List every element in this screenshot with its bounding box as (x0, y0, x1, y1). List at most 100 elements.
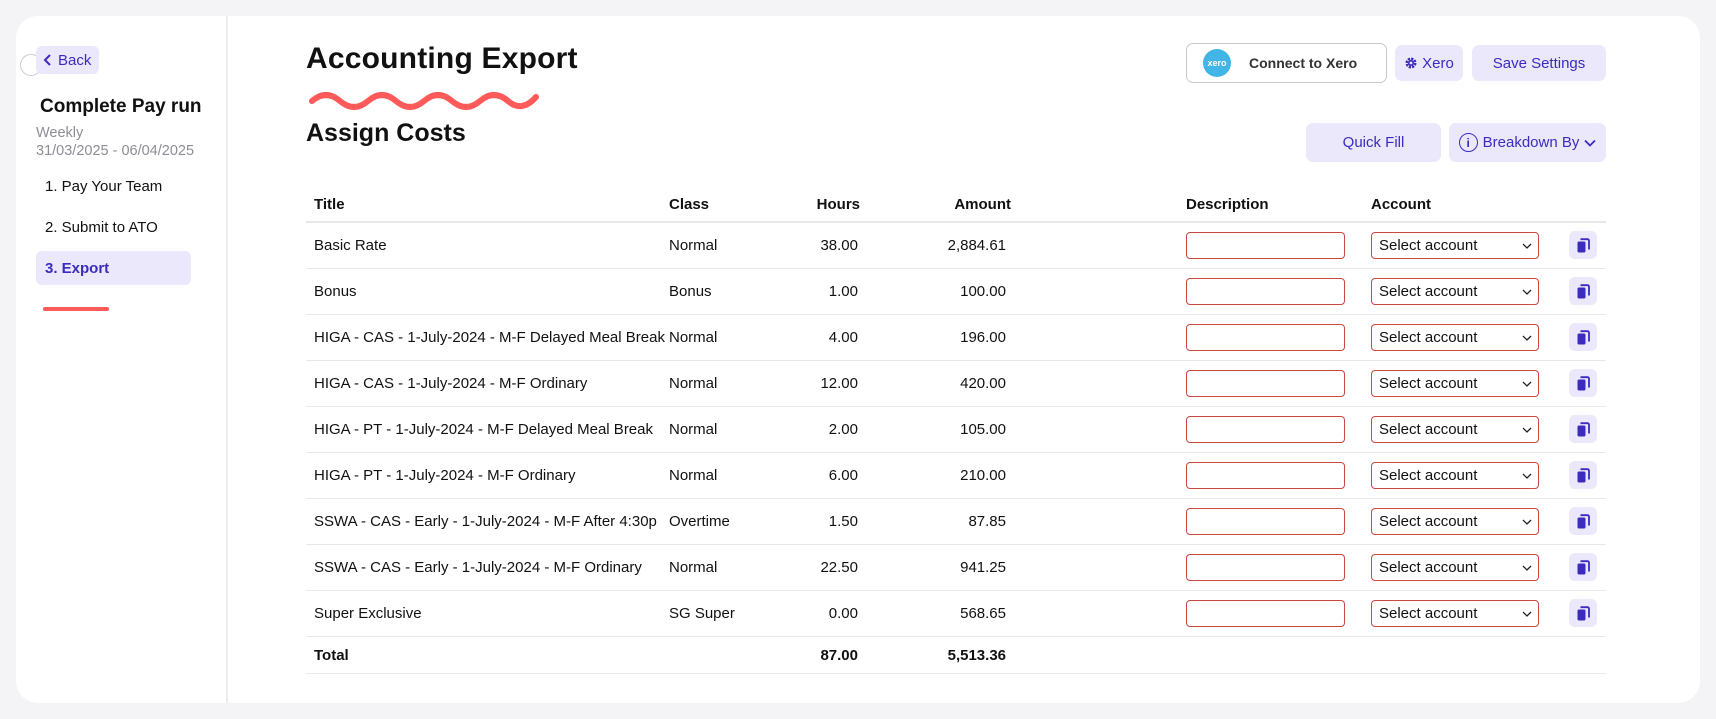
description-input[interactable] (1186, 462, 1345, 489)
description-input[interactable] (1186, 324, 1345, 351)
row-amount: 2,884.61 (947, 237, 1006, 254)
account-select[interactable]: Select account (1371, 232, 1539, 259)
description-input[interactable] (1186, 370, 1345, 397)
row-hours: 12.00 (820, 375, 858, 392)
copy-row-button[interactable] (1569, 599, 1597, 627)
account-select[interactable]: Select account (1371, 416, 1539, 443)
account-select[interactable]: Select account (1371, 278, 1539, 305)
quick-fill-button[interactable]: Quick Fill (1306, 123, 1441, 162)
breakdown-by-button[interactable]: i Breakdown By (1449, 123, 1606, 162)
row-title: Bonus (314, 283, 357, 300)
table-body: Basic Rate Normal 38.00 2,884.61 Select … (306, 223, 1606, 637)
column-header-amount: Amount (954, 196, 1011, 213)
row-class: Overtime (669, 513, 730, 530)
row-hours: 2.00 (828, 421, 858, 438)
account-select-value: Select account (1379, 329, 1478, 346)
account-select[interactable]: Select account (1371, 370, 1539, 397)
row-hours: 1.00 (828, 283, 858, 300)
copy-icon (1577, 329, 1590, 344)
row-amount: 420.00 (960, 375, 1006, 392)
gear-icon (1405, 57, 1417, 69)
account-select-value: Select account (1379, 237, 1478, 254)
xero-settings-label: Xero (1422, 54, 1454, 72)
chevron-left-icon (43, 54, 51, 66)
connect-to-xero-button[interactable]: xero Connect to Xero (1186, 43, 1387, 83)
row-title: HIGA - CAS - 1-July-2024 - M-F Ordinary (314, 375, 588, 392)
sidebar-title: Complete Pay run (40, 96, 202, 117)
account-select[interactable]: Select account (1371, 462, 1539, 489)
copy-row-button[interactable] (1569, 323, 1597, 351)
nav-step-pay-your-team[interactable]: 1. Pay Your Team (36, 169, 191, 203)
copy-icon (1577, 467, 1590, 482)
cost-table: Title Class Hours Amount Description Acc… (306, 192, 1606, 674)
copy-icon (1577, 559, 1590, 574)
chevron-down-icon (1522, 473, 1532, 479)
copy-row-button[interactable] (1569, 553, 1597, 581)
back-label: Back (58, 51, 92, 69)
table-row: HIGA - PT - 1-July-2024 - M-F Delayed Me… (306, 407, 1606, 453)
copy-icon (1577, 375, 1590, 390)
account-select[interactable]: Select account (1371, 508, 1539, 535)
account-select[interactable]: Select account (1371, 600, 1539, 627)
chevron-down-icon (1522, 519, 1532, 525)
chevron-down-icon (1522, 335, 1532, 341)
account-select-value: Select account (1379, 605, 1478, 622)
account-select[interactable]: Select account (1371, 324, 1539, 351)
chevron-down-icon (1522, 289, 1532, 295)
pay-period: 31/03/2025 - 06/04/2025 (36, 143, 195, 159)
table-header: Title Class Hours Amount Description Acc… (306, 192, 1606, 223)
copy-row-button[interactable] (1569, 277, 1597, 305)
row-hours: 0.00 (828, 605, 858, 622)
pay-frequency: Weekly (36, 125, 84, 141)
description-input[interactable] (1186, 600, 1345, 627)
row-amount: 87.85 (968, 513, 1006, 530)
row-hours: 6.00 (828, 467, 858, 484)
row-hours: 1.50 (828, 513, 858, 530)
description-input[interactable] (1186, 554, 1345, 581)
xero-settings-button[interactable]: Xero (1395, 45, 1463, 81)
row-amount: 105.00 (960, 421, 1006, 438)
breakdown-by-label: Breakdown By (1482, 134, 1580, 151)
row-title: HIGA - CAS - 1-July-2024 - M-F Delayed M… (314, 329, 665, 346)
account-select-value: Select account (1379, 283, 1478, 300)
copy-row-button[interactable] (1569, 461, 1597, 489)
row-title: HIGA - PT - 1-July-2024 - M-F Ordinary (314, 467, 576, 484)
row-title: SSWA - CAS - Early - 1-July-2024 - M-F A… (314, 513, 657, 530)
description-input[interactable] (1186, 232, 1345, 259)
chevron-down-icon (1522, 381, 1532, 387)
column-header-account: Account (1371, 196, 1431, 213)
table-row: HIGA - PT - 1-July-2024 - M-F Ordinary N… (306, 453, 1606, 499)
row-title: Basic Rate (314, 237, 387, 254)
row-amount: 210.00 (960, 467, 1006, 484)
row-hours: 22.50 (820, 559, 858, 576)
back-button[interactable]: Back (36, 46, 100, 74)
row-amount: 568.65 (960, 605, 1006, 622)
account-select-value: Select account (1379, 559, 1478, 576)
account-select-value: Select account (1379, 467, 1478, 484)
annotation-squiggle (309, 92, 539, 110)
column-header-hours: Hours (816, 196, 860, 213)
account-select-value: Select account (1379, 513, 1478, 530)
description-input[interactable] (1186, 416, 1345, 443)
nav-step-submit-to-ato[interactable]: 2. Submit to ATO (36, 210, 191, 244)
copy-row-button[interactable] (1569, 507, 1597, 535)
description-input[interactable] (1186, 508, 1345, 535)
save-settings-button[interactable]: Save Settings (1472, 45, 1606, 81)
row-amount: 100.00 (960, 283, 1006, 300)
copy-icon (1577, 421, 1590, 436)
account-select[interactable]: Select account (1371, 554, 1539, 581)
row-class: Normal (669, 329, 718, 346)
copy-row-button[interactable] (1569, 369, 1597, 397)
copy-row-button[interactable] (1569, 231, 1597, 259)
table-row: HIGA - CAS - 1-July-2024 - M-F Delayed M… (306, 315, 1606, 361)
info-icon: i (1458, 133, 1478, 152)
row-class: Normal (669, 467, 718, 484)
row-hours: 4.00 (828, 329, 858, 346)
description-input[interactable] (1186, 278, 1345, 305)
section-title: Assign Costs (306, 119, 466, 147)
copy-icon (1577, 283, 1590, 298)
copy-row-button[interactable] (1569, 415, 1597, 443)
column-header-description: Description (1186, 196, 1269, 213)
account-select-value: Select account (1379, 421, 1478, 438)
nav-step-export[interactable]: 3. Export (36, 251, 191, 285)
